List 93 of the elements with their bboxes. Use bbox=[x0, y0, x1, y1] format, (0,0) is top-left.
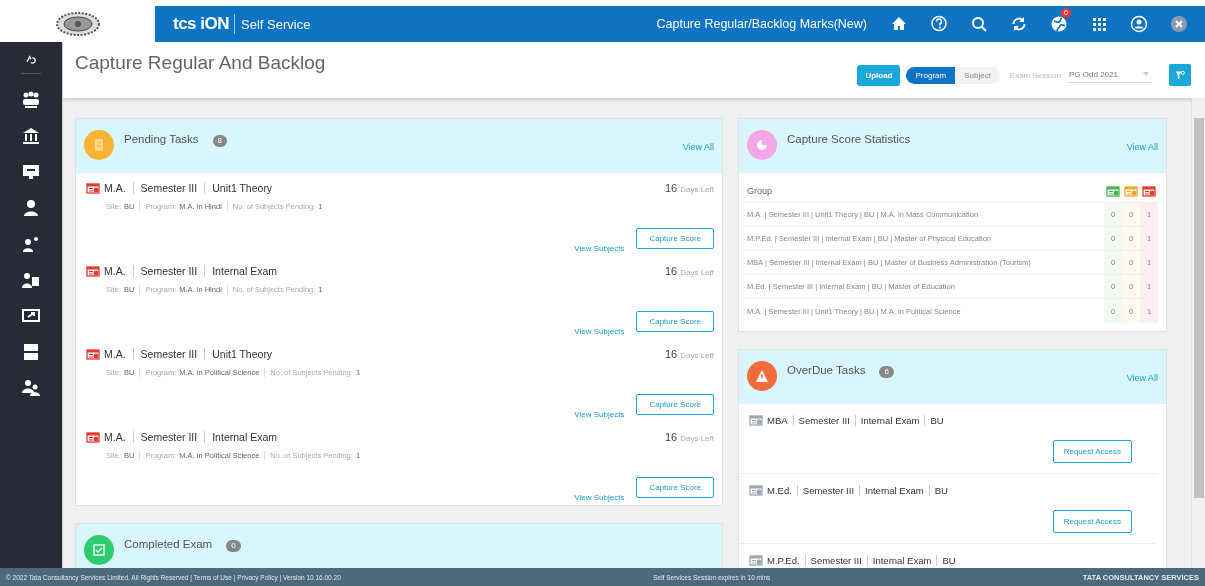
breadcrumb-item: Semester III bbox=[792, 414, 855, 426]
days-left-label: Days Left bbox=[680, 351, 714, 360]
help-icon[interactable] bbox=[930, 15, 948, 33]
breadcrumb-item: Semester III bbox=[132, 265, 205, 277]
search-icon[interactable] bbox=[970, 15, 988, 33]
breadcrumb-item: Semester III bbox=[796, 484, 860, 496]
exam-calendar-icon bbox=[86, 348, 100, 360]
breadcrumb-item: M.A. bbox=[103, 182, 127, 194]
breadcrumb-item: Semester III bbox=[804, 554, 867, 566]
breadcrumb-item: Unit1 Theory bbox=[204, 182, 280, 194]
days-count: 16 bbox=[664, 182, 678, 194]
view-all-link[interactable]: View All bbox=[682, 142, 714, 152]
person-document-icon[interactable] bbox=[21, 270, 41, 290]
calendar-icon bbox=[749, 484, 763, 496]
breadcrumb-item: M.P.Ed. bbox=[766, 554, 801, 566]
exam-calendar-icon bbox=[86, 431, 100, 443]
users-icon[interactable] bbox=[21, 378, 41, 398]
breadcrumb-item: M.Ed. bbox=[766, 484, 793, 496]
days-left-label: Days Left bbox=[680, 434, 714, 443]
breadcrumb-item: BU bbox=[936, 554, 961, 566]
filter-button[interactable] bbox=[1169, 64, 1191, 86]
card-title: Capture Score Statistics bbox=[787, 133, 911, 145]
breadcrumb-item: Internal Exam bbox=[859, 484, 929, 496]
product-name: Self Service bbox=[241, 16, 311, 32]
capture-score-button[interactable]: Capture Score bbox=[636, 311, 714, 332]
globe-icon[interactable] bbox=[1050, 15, 1068, 33]
card-title: OverDue Tasks bbox=[787, 364, 866, 376]
days-count: 16 bbox=[664, 265, 678, 277]
warning-symbol-icon bbox=[755, 369, 769, 383]
view-subjects-link[interactable]: View Subjects bbox=[574, 327, 625, 336]
server-icon[interactable] bbox=[21, 342, 41, 362]
check-symbol-icon bbox=[92, 543, 106, 557]
monitor-icon[interactable] bbox=[21, 162, 41, 182]
view-subjects-link[interactable]: View Subjects bbox=[574, 493, 625, 502]
emblem-logo bbox=[54, 11, 101, 37]
breadcrumb-item: BU bbox=[928, 484, 953, 496]
scrollbar[interactable] bbox=[1191, 98, 1205, 568]
people-icon[interactable] bbox=[21, 234, 41, 254]
breadcrumb-item: BU bbox=[924, 414, 949, 426]
group-column-header: Group bbox=[747, 185, 773, 196]
calendar-icon bbox=[749, 414, 763, 426]
view-all-link[interactable]: View All bbox=[1126, 373, 1158, 383]
breadcrumb-item: Internal Exam bbox=[854, 414, 925, 426]
card-title: Completed Exam bbox=[124, 538, 213, 550]
request-access-button[interactable]: Request Access bbox=[1052, 510, 1132, 533]
view-subjects-link[interactable]: View Subjects bbox=[574, 410, 625, 419]
capture-score-button[interactable]: Capture Score bbox=[636, 477, 714, 498]
upload-button[interactable]: Upload bbox=[857, 64, 901, 86]
chart-symbol-icon bbox=[755, 138, 769, 152]
days-left-label: Days Left bbox=[680, 185, 714, 194]
card-title: Pending Tasks bbox=[124, 133, 199, 145]
session-dropdown[interactable]: PG Odd 2021 bbox=[1067, 67, 1151, 83]
capture-score-button[interactable]: Capture Score bbox=[636, 228, 714, 249]
breadcrumb-item: Internal Exam bbox=[866, 554, 937, 566]
view-all-link[interactable]: View All bbox=[1126, 142, 1158, 152]
apps-grid-icon[interactable] bbox=[1090, 15, 1108, 33]
breadcrumb-item: M.A. bbox=[103, 348, 127, 360]
toggle-option[interactable]: Program bbox=[906, 66, 956, 84]
close-icon[interactable] bbox=[1170, 15, 1188, 33]
bank-icon[interactable] bbox=[21, 126, 41, 146]
refresh-icon[interactable] bbox=[1010, 15, 1028, 33]
days-count: 16 bbox=[664, 431, 678, 443]
breadcrumb-item: Internal Exam bbox=[204, 431, 284, 443]
brand-logo: tcs iON bbox=[173, 14, 236, 34]
breadcrumb-item: Internal Exam bbox=[204, 265, 284, 277]
page-title: Capture Regular/Backlog Marks(New) bbox=[656, 17, 867, 31]
breadcrumb-item: Semester III bbox=[132, 348, 205, 360]
exam-calendar-icon bbox=[86, 182, 100, 194]
page-heading: Capture Regular And Backlog bbox=[75, 52, 326, 74]
capture-score-button[interactable]: Capture Score bbox=[636, 394, 714, 415]
count-badge: 8 bbox=[212, 135, 228, 147]
breadcrumb-item: Semester III bbox=[132, 182, 205, 194]
breadcrumb-item: MBA bbox=[766, 414, 789, 426]
caret-icon bbox=[1143, 72, 1149, 76]
count-badge: 6 bbox=[879, 366, 894, 378]
clipboard-symbol-icon bbox=[92, 138, 106, 152]
group-icon[interactable] bbox=[21, 90, 41, 110]
breadcrumb-item: Semester III bbox=[132, 431, 205, 443]
view-subjects-link[interactable]: View Subjects bbox=[574, 244, 625, 253]
count-badge: 0 bbox=[226, 540, 241, 552]
toggle-option[interactable]: Subject bbox=[955, 66, 1000, 84]
user-icon[interactable] bbox=[1130, 15, 1148, 33]
breadcrumb-item: M.A. bbox=[103, 431, 127, 443]
scrollbar-thumb[interactable] bbox=[1194, 118, 1204, 498]
days-left-label: Days Left bbox=[680, 268, 714, 277]
breadcrumb-item: M.A. bbox=[103, 265, 127, 277]
filter-icon bbox=[1175, 68, 1185, 82]
request-access-button[interactable]: Request Access bbox=[1052, 440, 1132, 463]
home-icon[interactable] bbox=[890, 15, 908, 33]
days-count: 16 bbox=[664, 348, 678, 360]
breadcrumb-item: Unit1 Theory bbox=[204, 348, 280, 360]
exam-calendar-icon bbox=[86, 265, 100, 277]
person-icon[interactable] bbox=[21, 198, 41, 218]
